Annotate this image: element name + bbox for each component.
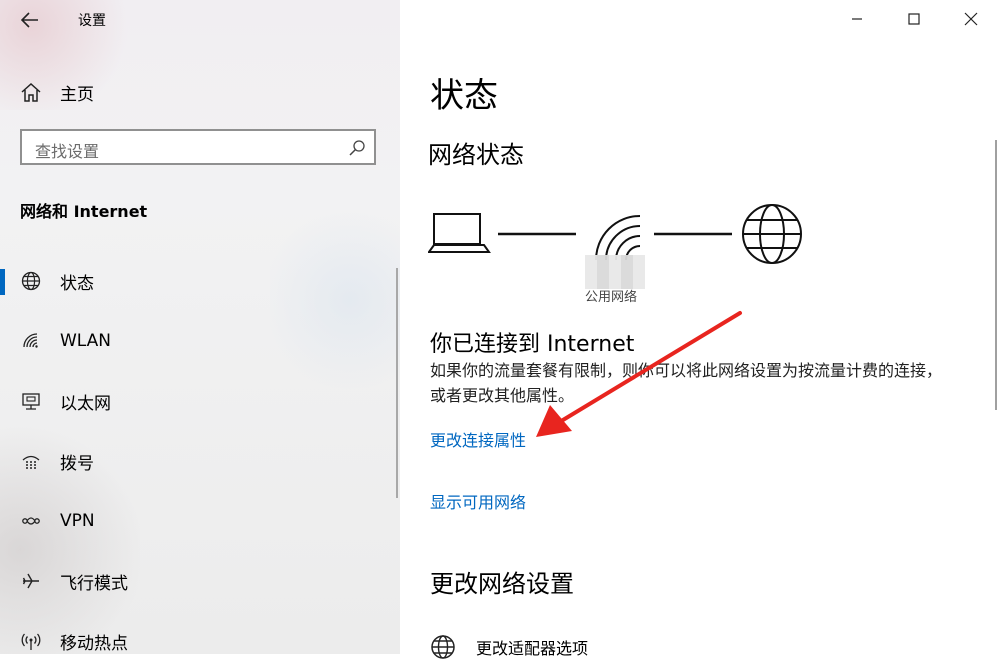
- main-scrollbar[interactable]: [995, 140, 997, 410]
- sidebar-item-label: 飞行模式: [60, 573, 128, 594]
- adapter-globe-icon: [431, 635, 455, 659]
- sidebar-item-dialup[interactable]: 拨号: [0, 439, 398, 483]
- sidebar-item-wlan[interactable]: WLAN: [0, 319, 398, 363]
- sidebar-home[interactable]: 主页: [20, 78, 94, 106]
- sidebar: 设置 主页 查找设置 网络和 Internet 状态 WLAN 以太网 拨号 V…: [0, 0, 400, 654]
- sidebar-item-label: 状态: [60, 273, 94, 294]
- sidebar-item-vpn[interactable]: VPN: [0, 499, 398, 543]
- network-status-title: 网络状态: [428, 141, 524, 169]
- change-connection-properties-link[interactable]: 更改连接属性: [430, 427, 526, 451]
- selected-indicator: [0, 269, 5, 295]
- dialup-icon: [20, 450, 42, 472]
- sidebar-item-label: 以太网: [60, 393, 111, 414]
- home-icon: [21, 82, 41, 102]
- page-title: 状态: [430, 76, 498, 116]
- airplane-icon: [20, 570, 42, 592]
- show-available-networks-link[interactable]: 显示可用网络: [430, 489, 526, 513]
- search-input[interactable]: 查找设置: [20, 129, 376, 165]
- search-placeholder: 查找设置: [35, 142, 100, 161]
- change-network-settings-title: 更改网络设置: [430, 570, 574, 598]
- wifi-icon: [20, 330, 42, 352]
- sidebar-item-label: VPN: [60, 511, 95, 531]
- sidebar-item-hotspot[interactable]: 移动热点: [0, 619, 398, 654]
- section-title: 网络和 Internet: [20, 202, 148, 221]
- sidebar-item-label: 拨号: [60, 453, 94, 474]
- back-arrow-icon: [21, 12, 38, 28]
- adapter-options-item[interactable]: 更改适配器选项: [430, 634, 588, 660]
- wifi-signal-icon: [595, 215, 641, 261]
- search-icon[interactable]: [348, 139, 366, 157]
- sidebar-item-label: WLAN: [60, 331, 112, 351]
- maximize-icon: [908, 13, 920, 25]
- sidebar-item-ethernet[interactable]: 以太网: [0, 379, 398, 423]
- sidebar-item-status[interactable]: 状态: [0, 259, 398, 303]
- network-name: 公用网络: [585, 290, 638, 305]
- adapter-options-label: 更改适配器选项: [476, 639, 589, 658]
- sidebar-scrollbar[interactable]: [396, 268, 398, 498]
- minimize-button[interactable]: [834, 0, 880, 38]
- redacted-overlay: [585, 255, 645, 289]
- close-button[interactable]: [948, 0, 994, 38]
- laptop-icon: [428, 213, 491, 253]
- maximize-button[interactable]: [891, 0, 937, 38]
- sidebar-item-airplane[interactable]: 飞行模式: [0, 559, 398, 603]
- home-label: 主页: [60, 84, 94, 105]
- sidebar-item-label: 移动热点: [60, 633, 128, 654]
- ethernet-icon: [20, 390, 42, 412]
- window-title: 设置: [78, 13, 106, 29]
- hotspot-icon: [20, 630, 42, 652]
- minimize-icon: [852, 18, 862, 20]
- vpn-icon: [20, 510, 42, 532]
- annotation-arrow: [536, 311, 742, 437]
- internet-globe-icon: [742, 204, 802, 264]
- globe-icon: [20, 270, 42, 292]
- close-icon: [964, 12, 978, 26]
- back-button[interactable]: [10, 5, 50, 35]
